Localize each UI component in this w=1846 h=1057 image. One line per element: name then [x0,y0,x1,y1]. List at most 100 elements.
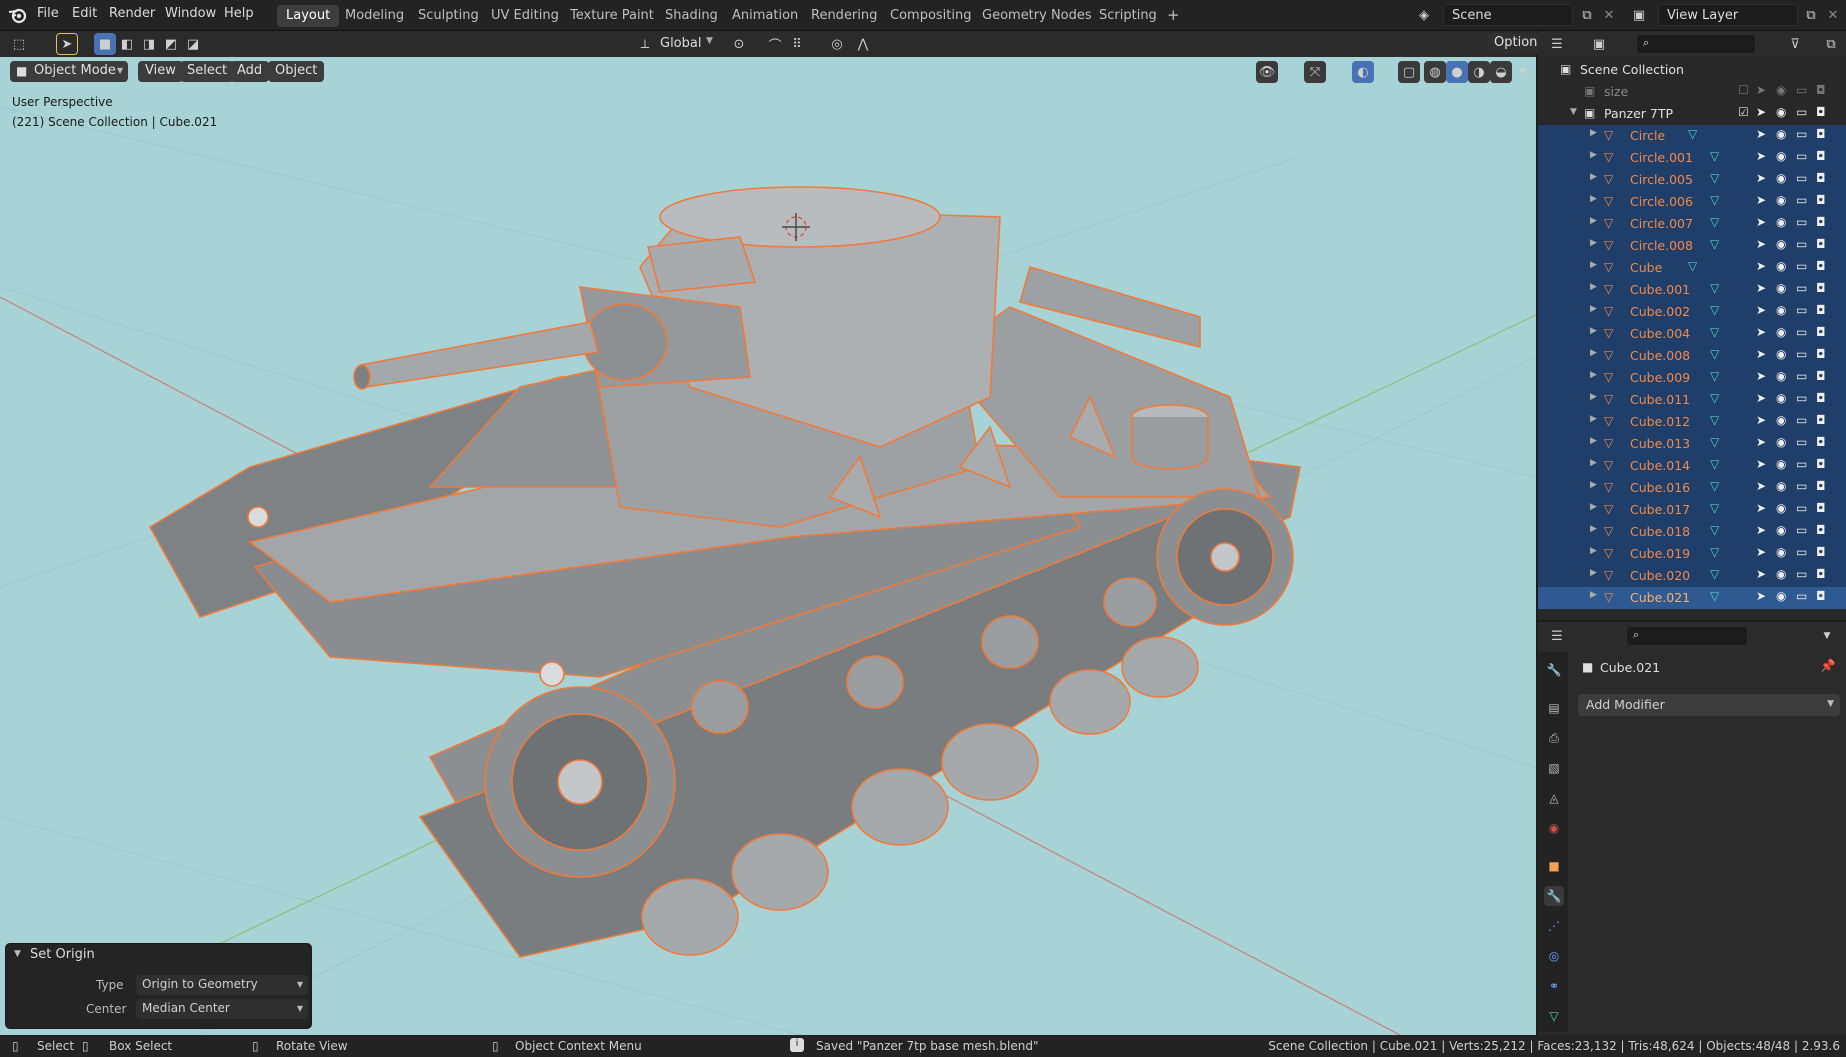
camera-icon[interactable]: ◘ [1816,347,1826,361]
monitor-icon[interactable]: ▭ [1796,127,1807,141]
monitor-icon[interactable]: ▭ [1796,325,1807,339]
monitor-icon[interactable]: ▭ [1796,435,1807,449]
menu-render[interactable]: Render [109,6,155,21]
eye-icon[interactable]: ◉ [1776,589,1786,603]
expand-triangle-icon[interactable]: ▶ [1590,370,1597,380]
proportional-falloff-icon[interactable]: ⋀ [852,33,874,55]
data-tab-icon[interactable]: ▽ [1544,1006,1564,1026]
monitor-icon[interactable]: ▭ [1796,347,1807,361]
outliner-object-row[interactable]: ▶ ▽ Cube.018 ▽ ➤ ◉ ▭ ◘ [1538,521,1846,543]
selectable-icon[interactable]: ➤ [1756,435,1766,449]
camera-icon[interactable]: ◘ [1816,545,1826,559]
outliner-object-row[interactable]: ▶ ▽ Cube.021 ▽ ➤ ◉ ▭ ◘ [1538,587,1846,609]
outliner-object-row[interactable]: ▶ ▽ Cube.016 ▽ ➤ ◉ ▭ ◘ [1538,477,1846,499]
camera-icon[interactable]: ◘ [1816,457,1826,471]
properties-editor[interactable]: ☰ ⌕ ▼ 🔧 ▤ ⎙ ▧ ◬ ◉ ■ 🔧 ⋰ ◎ ⚭ ▽ ■ Cube.021… [1538,622,1846,1035]
select-mode-subtract-icon[interactable]: ◨ [138,33,160,55]
expand-triangle-icon[interactable]: ▶ [1590,348,1597,358]
monitor-icon[interactable]: ▭ [1796,259,1807,273]
select-menu[interactable]: Select [180,61,235,82]
select-mode-new-icon[interactable]: ■ [94,33,116,55]
delete-view-layer-icon[interactable]: ✕ [1822,4,1844,26]
mesh-data-icon[interactable]: ▽ [1710,237,1719,251]
view-layer-tab-icon[interactable]: ▧ [1544,758,1564,778]
camera-icon[interactable]: ◘ [1816,105,1826,119]
world-tab-icon[interactable]: ◉ [1544,818,1564,838]
monitor-icon[interactable]: ▭ [1796,281,1807,295]
camera-icon[interactable]: ◘ [1816,369,1826,383]
properties-search-input[interactable]: ⌕ [1626,626,1748,646]
mesh-data-icon[interactable]: ▽ [1710,457,1719,471]
tab-scripting[interactable]: Scripting [1090,5,1166,27]
mesh-data-icon[interactable]: ▽ [1710,567,1719,581]
eye-icon[interactable]: ◉ [1776,105,1786,119]
expand-triangle-icon[interactable]: ▶ [1590,458,1597,468]
shading-options-icon[interactable]: ▼ [1512,61,1534,83]
outliner-object-row[interactable]: ▶ ▽ Cube.008 ▽ ➤ ◉ ▭ ◘ [1538,345,1846,367]
monitor-icon[interactable]: ▭ [1796,215,1807,229]
monitor-icon[interactable]: ▭ [1796,193,1807,207]
eye-icon[interactable]: ◉ [1776,567,1786,581]
shading-rendered-icon[interactable]: ◒ [1490,61,1512,83]
snap-toggle-icon[interactable]: ⌒ [764,33,786,55]
shading-material-icon[interactable]: ◑ [1468,61,1490,83]
selectable-icon[interactable]: ➤ [1756,171,1766,185]
3d-viewport[interactable]: Object Mode ■ ▼ View Select Add Object 👁… [0,57,1536,1035]
object-mode-dropdown[interactable]: Object Mode [10,61,128,82]
camera-icon[interactable]: ◘ [1816,325,1826,339]
selectable-icon[interactable]: ➤ [1756,545,1766,559]
shading-solid-icon[interactable]: ● [1446,61,1468,83]
mesh-data-icon[interactable]: ▽ [1710,325,1719,339]
eye-icon[interactable]: ◉ [1776,325,1786,339]
new-scene-icon[interactable]: ⧉ [1576,4,1598,26]
panel-collapse-icon[interactable]: ▼ [14,949,21,959]
outliner-object-row[interactable]: ▶ ▽ Cube.002 ▽ ➤ ◉ ▭ ◘ [1538,301,1846,323]
mesh-data-icon[interactable]: ▽ [1710,347,1719,361]
mesh-data-icon[interactable]: ▽ [1710,435,1719,449]
expand-triangle-icon[interactable]: ▶ [1590,260,1597,270]
new-collection-icon[interactable]: ⧉ [1820,33,1842,55]
outliner-object-row[interactable]: ▶ ▽ Circle ▽ ➤ ◉ ▭ ◘ [1538,125,1846,147]
outliner-object-row[interactable]: ▶ ▽ Cube.009 ▽ ➤ ◉ ▭ ◘ [1538,367,1846,389]
snap-target-icon[interactable]: ⠿ [786,33,808,55]
menu-file[interactable]: File [37,6,59,21]
mesh-data-icon[interactable]: ▽ [1710,193,1719,207]
expand-triangle-icon[interactable]: ▶ [1590,524,1597,534]
eye-icon[interactable]: ◉ [1776,391,1786,405]
exclude-checkbox-icon[interactable]: ☑ [1738,105,1749,119]
delete-scene-icon[interactable]: ✕ [1598,4,1620,26]
outliner-search-input[interactable]: ⌕ [1636,34,1756,54]
mesh-data-icon[interactable]: ▽ [1710,281,1719,295]
camera-icon[interactable]: ◘ [1816,149,1826,163]
outliner-object-row[interactable]: ▶ ▽ Circle.008 ▽ ➤ ◉ ▭ ◘ [1538,235,1846,257]
outliner-object-row[interactable]: ▶ ▽ Circle.006 ▽ ➤ ◉ ▭ ◘ [1538,191,1846,213]
object-menu[interactable]: Object [268,61,325,82]
tab-texture-paint[interactable]: Texture Paint [561,5,663,27]
selectable-icon[interactable]: ➤ [1756,149,1766,163]
camera-icon[interactable]: ◘ [1816,479,1826,493]
mesh-data-icon[interactable]: ▽ [1710,545,1719,559]
selectable-icon[interactable]: ➤ [1756,105,1766,119]
selectable-icon[interactable]: ➤ [1756,83,1766,97]
outliner-collection-row[interactable]: ▣ size ☐ ➤ ◉ ▭ ◘ [1538,81,1846,103]
tool-tab-icon[interactable]: 🔧 [1544,660,1564,680]
eye-icon[interactable]: ◉ [1776,215,1786,229]
expand-triangle-icon[interactable]: ▶ [1590,304,1597,314]
expand-triangle-icon[interactable]: ▶ [1590,436,1597,446]
expand-triangle-icon[interactable]: ▶ [1590,172,1597,182]
selectable-icon[interactable]: ➤ [1756,479,1766,493]
constraints-tab-icon[interactable]: ⚭ [1544,976,1564,996]
outliner-object-row[interactable]: ▶ ▽ Cube.012 ▽ ➤ ◉ ▭ ◘ [1538,411,1846,433]
eye-icon[interactable]: ◉ [1776,501,1786,515]
monitor-icon[interactable]: ▭ [1796,83,1807,97]
eye-icon[interactable]: ◉ [1776,413,1786,427]
outliner-collection-row[interactable]: ▼ ▣ Panzer 7TP ☑ ➤ ◉ ▭ ◘ [1538,103,1846,125]
selectable-icon[interactable]: ➤ [1756,215,1766,229]
visibility-selectability-icon[interactable]: 👁 [1256,61,1278,83]
selectable-icon[interactable]: ➤ [1756,369,1766,383]
eye-icon[interactable]: ◉ [1776,83,1786,97]
expand-triangle-icon[interactable]: ▶ [1590,590,1597,600]
overlay-toggle-icon[interactable]: ◐ [1352,61,1374,83]
expand-triangle-icon[interactable]: ▶ [1590,216,1597,226]
outliner-object-row[interactable]: ▶ ▽ Cube.017 ▽ ➤ ◉ ▭ ◘ [1538,499,1846,521]
